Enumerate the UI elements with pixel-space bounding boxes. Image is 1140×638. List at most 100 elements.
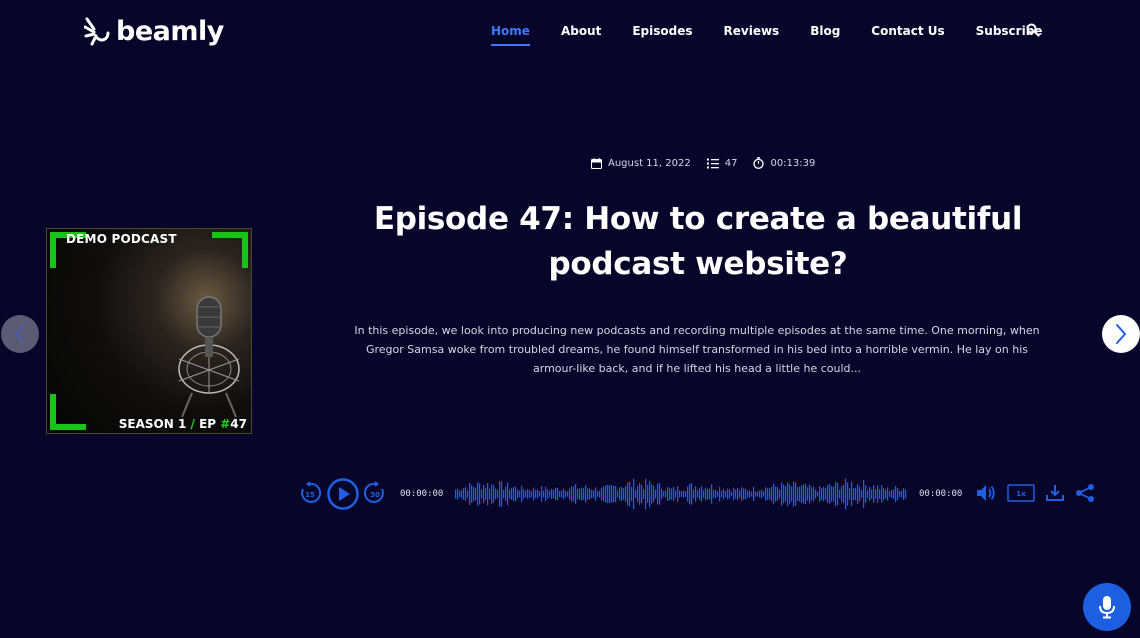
download-icon	[1046, 485, 1064, 501]
waveform-bar	[775, 486, 777, 502]
waveform-bar	[719, 486, 721, 502]
waveform-bar	[605, 485, 607, 503]
volume-button[interactable]	[976, 484, 996, 507]
waveform-bar	[755, 491, 757, 497]
nav-home[interactable]: Home	[491, 24, 530, 46]
waveform-bar	[815, 489, 817, 499]
waveform-bar	[809, 484, 811, 504]
waveform-bar	[849, 488, 851, 500]
page: beamly Home About Episodes Reviews Blog …	[0, 0, 1140, 638]
episode-date-text: August 11, 2022	[608, 157, 691, 169]
slider-next-button[interactable]	[1102, 315, 1140, 353]
waveform-bar	[699, 488, 701, 500]
waveform-bar	[631, 487, 633, 501]
waveform-bar	[581, 487, 583, 501]
nav-blog[interactable]: Blog	[810, 24, 840, 44]
waveform-bar	[841, 486, 843, 502]
waveform-bar	[593, 490, 595, 498]
waveform-bar	[559, 491, 561, 497]
waveform-bar	[877, 485, 879, 503]
waveform-bar	[703, 490, 705, 498]
waveform-bar	[533, 487, 535, 501]
waveform-bar	[519, 490, 521, 498]
waveform-bar	[541, 486, 543, 502]
brand-logo[interactable]: beamly	[84, 16, 224, 47]
audio-waveform[interactable]	[455, 478, 907, 510]
waveform-bar	[629, 481, 631, 507]
waveform-bar	[501, 481, 503, 507]
waveform-bar	[555, 487, 557, 501]
waveform-bar	[619, 487, 621, 501]
waveform-bar	[751, 491, 753, 497]
waveform-bar	[491, 484, 493, 504]
waveform-bar	[725, 491, 727, 497]
waveform-bar	[885, 489, 887, 499]
waveform-bar	[713, 490, 715, 498]
episode-duration-text: 00:13:39	[770, 157, 816, 169]
waveform-bar	[825, 488, 827, 500]
waveform-bar	[851, 482, 853, 506]
waveform-bar	[645, 478, 647, 510]
waveform-bar	[671, 488, 673, 500]
speed-button[interactable]: 1x	[1007, 484, 1035, 507]
waveform-bar	[763, 491, 765, 497]
rewind-seconds-label: 15	[305, 491, 315, 499]
waveform-bar	[479, 483, 481, 505]
waveform-bar	[493, 485, 495, 503]
waveform-bar	[905, 489, 907, 499]
waveform-bar	[837, 482, 839, 506]
waveform-bar	[811, 487, 813, 501]
waveform-bar	[677, 486, 679, 502]
waveform-bar	[687, 486, 689, 502]
waveform-bar	[879, 489, 881, 499]
waveform-bar	[613, 485, 615, 503]
waveform-bar	[769, 488, 771, 500]
waveform-bar	[609, 484, 611, 504]
slider-prev-button[interactable]	[1, 315, 39, 353]
waveform-bar	[867, 490, 869, 498]
nav-episodes[interactable]: Episodes	[632, 24, 692, 44]
nav-contact-us[interactable]: Contact Us	[871, 24, 944, 44]
share-button[interactable]	[1075, 483, 1095, 508]
waveform-bar	[717, 491, 719, 497]
waveform-bar	[521, 485, 523, 503]
waveform-bar	[689, 483, 691, 505]
waveform-bar	[779, 489, 781, 499]
waveform-bar	[807, 487, 809, 501]
download-button[interactable]	[1046, 484, 1064, 507]
waveform-bar	[805, 483, 807, 505]
waveform-bar	[635, 489, 637, 499]
waveform-bar	[471, 485, 473, 503]
play-button[interactable]	[326, 477, 360, 516]
cover-ep-number: 47	[230, 417, 247, 431]
waveform-bar	[787, 482, 789, 506]
waveform-bar	[641, 484, 643, 504]
total-time: 00:00:00	[919, 489, 963, 499]
chevron-left-icon	[15, 324, 25, 344]
waveform-bar	[707, 488, 709, 500]
episode-number: 47	[706, 158, 737, 169]
waveform-bar	[761, 489, 763, 499]
cover-separator: /	[190, 417, 195, 431]
waveform-bar	[673, 487, 675, 501]
voice-assistant-button[interactable]	[1083, 583, 1131, 631]
waveform-bar	[651, 484, 653, 504]
waveform-bar	[697, 490, 699, 498]
search-button[interactable]	[1026, 23, 1042, 39]
forward-button[interactable]: 30	[363, 481, 387, 510]
waveform-bar	[503, 489, 505, 499]
nav-reviews[interactable]: Reviews	[724, 24, 780, 44]
episode-title[interactable]: Episode 47: How to create a beautiful po…	[320, 197, 1076, 287]
waveform-bar	[655, 489, 657, 499]
waveform-bar	[513, 487, 515, 501]
episode-cover-art: DEMO PODCAST SEASON 1 / EP #47	[46, 228, 252, 434]
waveform-bar	[637, 485, 639, 503]
waveform-bar	[661, 489, 663, 499]
rewind-button[interactable]: 15	[298, 481, 322, 510]
main-nav: Home About Episodes Reviews Blog Contact…	[491, 24, 1073, 46]
nav-about[interactable]: About	[561, 24, 601, 44]
chevron-right-icon	[1116, 324, 1126, 344]
waveform-bar	[525, 490, 527, 498]
waveform-bar	[679, 490, 681, 498]
waveform-bar	[749, 490, 751, 498]
